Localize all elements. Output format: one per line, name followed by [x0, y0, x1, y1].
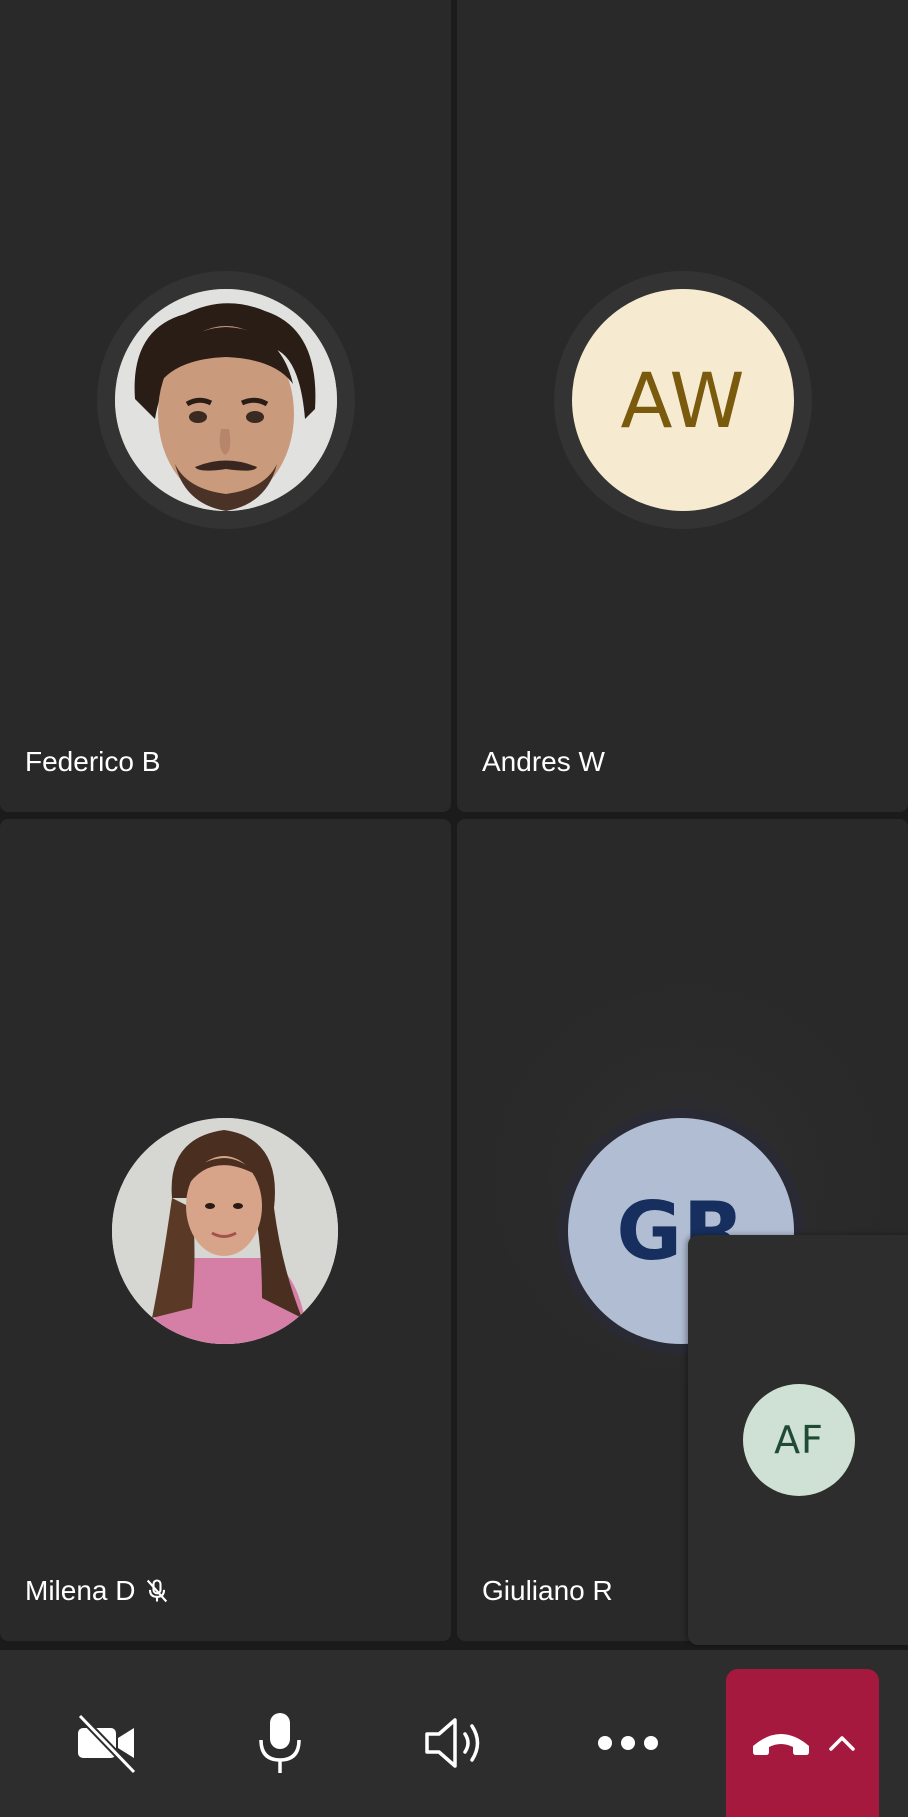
- speaker-icon: [425, 1718, 480, 1768]
- avatar: [112, 1118, 338, 1344]
- participant-tile-milena[interactable]: Milena D: [0, 819, 451, 1641]
- participant-photo: [112, 1118, 338, 1344]
- call-control-bar: [0, 1650, 908, 1817]
- microphone-toggle-button[interactable]: [225, 1688, 335, 1798]
- phone-hangup-icon: [752, 1734, 809, 1755]
- microphone-icon: [259, 1713, 301, 1773]
- chevron-up-icon[interactable]: [828, 1734, 856, 1752]
- participant-name: Andres W: [482, 746, 605, 778]
- camera-toggle-button[interactable]: [52, 1688, 162, 1798]
- participant-name: Federico B: [25, 746, 160, 778]
- participant-tile-andres[interactable]: AW Andres W: [457, 0, 908, 812]
- mic-off-icon: [147, 1579, 168, 1603]
- more-options-button[interactable]: [573, 1688, 683, 1798]
- participant-name: Giuliano R: [482, 1575, 613, 1607]
- avatar: [115, 289, 337, 511]
- participant-name-text: Giuliano R: [482, 1575, 613, 1606]
- participant-name-text: Andres W: [482, 746, 605, 777]
- avatar-initials: AW: [572, 289, 794, 511]
- more-horizontal-icon: [598, 1736, 658, 1750]
- participant-name-text: Federico B: [25, 746, 161, 777]
- participant-photo: [115, 289, 337, 511]
- participant-tile-federico[interactable]: Federico B: [0, 0, 451, 812]
- self-view-tile[interactable]: AF: [688, 1235, 908, 1645]
- self-avatar-initials-text: AF: [774, 1418, 824, 1462]
- participant-name-text: Milena D: [25, 1575, 136, 1606]
- leave-call-button[interactable]: [726, 1669, 879, 1817]
- self-avatar-initials: AF: [743, 1384, 855, 1496]
- avatar-initials-text: AW: [620, 355, 746, 445]
- speaker-toggle-button[interactable]: [399, 1688, 509, 1798]
- video-off-icon: [77, 1713, 137, 1774]
- participant-name: Milena D: [25, 1575, 171, 1607]
